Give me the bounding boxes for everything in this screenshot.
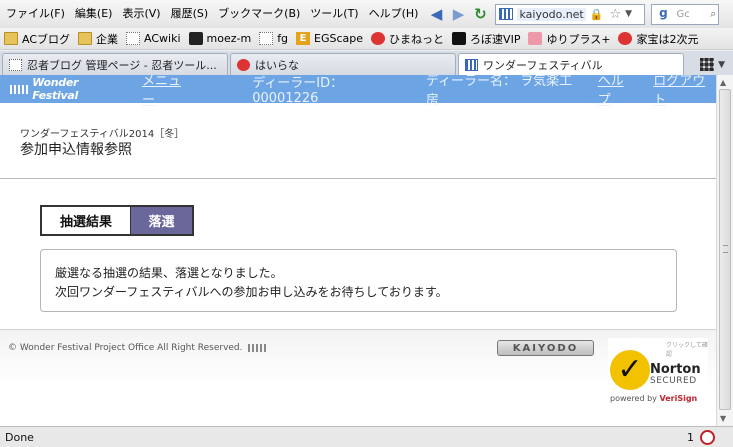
search-bar[interactable]: g Gc ⌕ bbox=[651, 3, 720, 25]
kaiyodo-logo[interactable]: KAIYODO bbox=[497, 340, 594, 356]
page-title: 参加申込情報参照 bbox=[20, 142, 132, 158]
google-icon[interactable]: g bbox=[654, 6, 672, 22]
chevron-down-icon[interactable]: ▼ bbox=[625, 9, 632, 19]
cat-icon bbox=[188, 32, 203, 45]
forward-icon[interactable]: ▶ bbox=[449, 5, 467, 23]
message-line: 次回ワンダーフェスティバルへの参加お申し込みをお待ちしております。 bbox=[55, 285, 448, 299]
tab-hairana[interactable]: はいらな bbox=[230, 53, 456, 75]
bookmark-item[interactable]: fg bbox=[255, 32, 292, 45]
chevron-down-icon[interactable]: ▼ bbox=[718, 60, 725, 70]
result-status-badge: 落選 bbox=[131, 207, 192, 234]
bookmark-item[interactable]: ひまねっと bbox=[367, 31, 448, 47]
menu-file[interactable]: ファイル(F) bbox=[0, 0, 70, 28]
help-link[interactable]: ヘルプ bbox=[598, 75, 636, 108]
event-name: ワンダーフェスティバル2014［冬］ bbox=[20, 129, 185, 140]
vertical-scrollbar[interactable]: ▲ ▼ bbox=[716, 75, 733, 426]
page-viewport: Wonder Festival メニュー ディーラーID： 00001226 デ… bbox=[0, 75, 716, 426]
bookmark-item[interactable]: ACwiki bbox=[122, 32, 185, 45]
bookmark-item[interactable]: moez-m bbox=[185, 32, 256, 45]
search-input[interactable]: Gc bbox=[676, 9, 689, 20]
logo-dots-icon bbox=[247, 344, 266, 352]
e-logo-icon: E bbox=[296, 32, 311, 45]
menu-link[interactable]: メニュー bbox=[142, 75, 192, 108]
bookmark-item[interactable]: 企業 bbox=[74, 31, 122, 47]
dealer-name: ディーラー名： ヲ気楽工房 bbox=[425, 75, 573, 108]
scroll-up-icon[interactable]: ▲ bbox=[720, 78, 726, 87]
checkmark-icon: ✓ bbox=[610, 350, 650, 390]
copyright: © Wonder Festival Project Office All Rig… bbox=[8, 343, 266, 353]
page-icon bbox=[126, 32, 141, 45]
status-count: 1 bbox=[687, 430, 694, 444]
divider bbox=[0, 178, 716, 179]
site-favicon-icon bbox=[465, 58, 478, 71]
logo-dots-icon bbox=[10, 84, 30, 94]
bookmark-item[interactable]: ろぼ速VIP bbox=[448, 31, 524, 47]
adblock-icon[interactable] bbox=[700, 429, 715, 445]
url-bar[interactable]: kaiyodo.net 🔒 ☆ ▼ bbox=[495, 3, 646, 25]
footer: © Wonder Festival Project Office All Rig… bbox=[0, 329, 716, 426]
tab-ninja-blog[interactable]: 忍者ブログ 管理ページ - 忍者ツール... bbox=[2, 53, 228, 75]
red-logo-icon bbox=[371, 32, 386, 45]
menu-edit[interactable]: 編集(E) bbox=[70, 0, 118, 28]
site-header: Wonder Festival メニュー ディーラーID： 00001226 デ… bbox=[0, 75, 716, 108]
tab-label: 忍者ブログ 管理ページ - 忍者ツール... bbox=[27, 58, 217, 72]
dealer-id: ディーラーID： 00001226 bbox=[252, 76, 344, 106]
wonder-festival-logo[interactable]: Wonder Festival bbox=[10, 76, 124, 102]
tab-grid-icon[interactable] bbox=[700, 58, 715, 71]
menu-bookmarks[interactable]: ブックマーク(B) bbox=[213, 0, 305, 28]
scrollbar-thumb[interactable] bbox=[719, 89, 731, 410]
menu-tools[interactable]: ツール(T) bbox=[305, 0, 363, 28]
tab-label: ワンダーフェスティバル bbox=[483, 58, 603, 72]
page-icon bbox=[259, 32, 274, 45]
search-icon[interactable]: ⌕ bbox=[710, 7, 716, 21]
tab-wonder-festival[interactable]: ワンダーフェスティバル bbox=[458, 53, 684, 75]
logout-link[interactable]: ログアウト bbox=[653, 75, 716, 108]
result-message: 厳選なる抽選の結果、落選となりました。 次回ワンダーフェスティバルへの参加お申し… bbox=[40, 249, 677, 312]
red-logo-icon bbox=[618, 32, 633, 45]
bookmark-item[interactable]: ゆりプラス+ bbox=[524, 31, 614, 47]
tab-bar: 忍者ブログ 管理ページ - 忍者ツール... はいらな ワンダーフェスティバル … bbox=[0, 51, 733, 75]
lottery-result: 抽選結果 落選 bbox=[40, 205, 194, 236]
lock-icon[interactable]: 🔒 bbox=[590, 8, 604, 21]
bookmark-item[interactable]: 家宝は2次元 bbox=[614, 31, 702, 47]
bag-icon bbox=[452, 32, 467, 45]
norton-secured-seal[interactable]: クリックして確認 ✓ Norton SECURED powered by Ver… bbox=[608, 338, 708, 410]
folder-icon bbox=[78, 32, 93, 45]
reload-icon[interactable]: ↻ bbox=[471, 5, 489, 23]
back-icon[interactable]: ◀ bbox=[427, 5, 445, 23]
scroll-down-icon[interactable]: ▼ bbox=[720, 414, 726, 423]
norton-powered-text: powered by VeriSign bbox=[610, 394, 698, 403]
tab-label: はいらな bbox=[255, 58, 299, 72]
norton-name: Norton bbox=[650, 362, 701, 377]
folder-icon bbox=[4, 32, 18, 45]
status-bar: Done 1 bbox=[0, 426, 733, 447]
result-label: 抽選結果 bbox=[42, 207, 131, 234]
star-icon[interactable]: ☆ bbox=[609, 7, 621, 22]
menu-history[interactable]: 履歴(S) bbox=[166, 0, 214, 28]
pink-logo-icon bbox=[528, 32, 543, 45]
menu-bar: ファイル(F) 編集(E) 表示(V) 履歴(S) ブックマーク(B) ツール(… bbox=[0, 0, 733, 28]
url-text: kaiyodo.net bbox=[517, 7, 586, 21]
menu-help[interactable]: ヘルプ(H) bbox=[364, 0, 424, 28]
site-favicon-icon bbox=[499, 8, 514, 20]
bookmark-item[interactable]: ACブログ bbox=[0, 31, 74, 47]
message-line: 厳選なる抽選の結果、落選となりました。 bbox=[55, 266, 283, 280]
status-text: Done bbox=[5, 430, 34, 444]
bookmark-item[interactable]: E EGScape bbox=[292, 32, 367, 45]
red-logo-icon bbox=[237, 58, 250, 71]
bookmarks-bar: ACブログ 企業 ACwiki moez-m fg E EGScape ひまねっと… bbox=[0, 28, 733, 50]
norton-secured-text: SECURED bbox=[650, 376, 697, 386]
page-icon bbox=[9, 58, 22, 71]
norton-click-text: クリックして確認 bbox=[666, 342, 708, 358]
grip-icon bbox=[723, 245, 728, 253]
menu-view[interactable]: 表示(V) bbox=[117, 0, 165, 28]
